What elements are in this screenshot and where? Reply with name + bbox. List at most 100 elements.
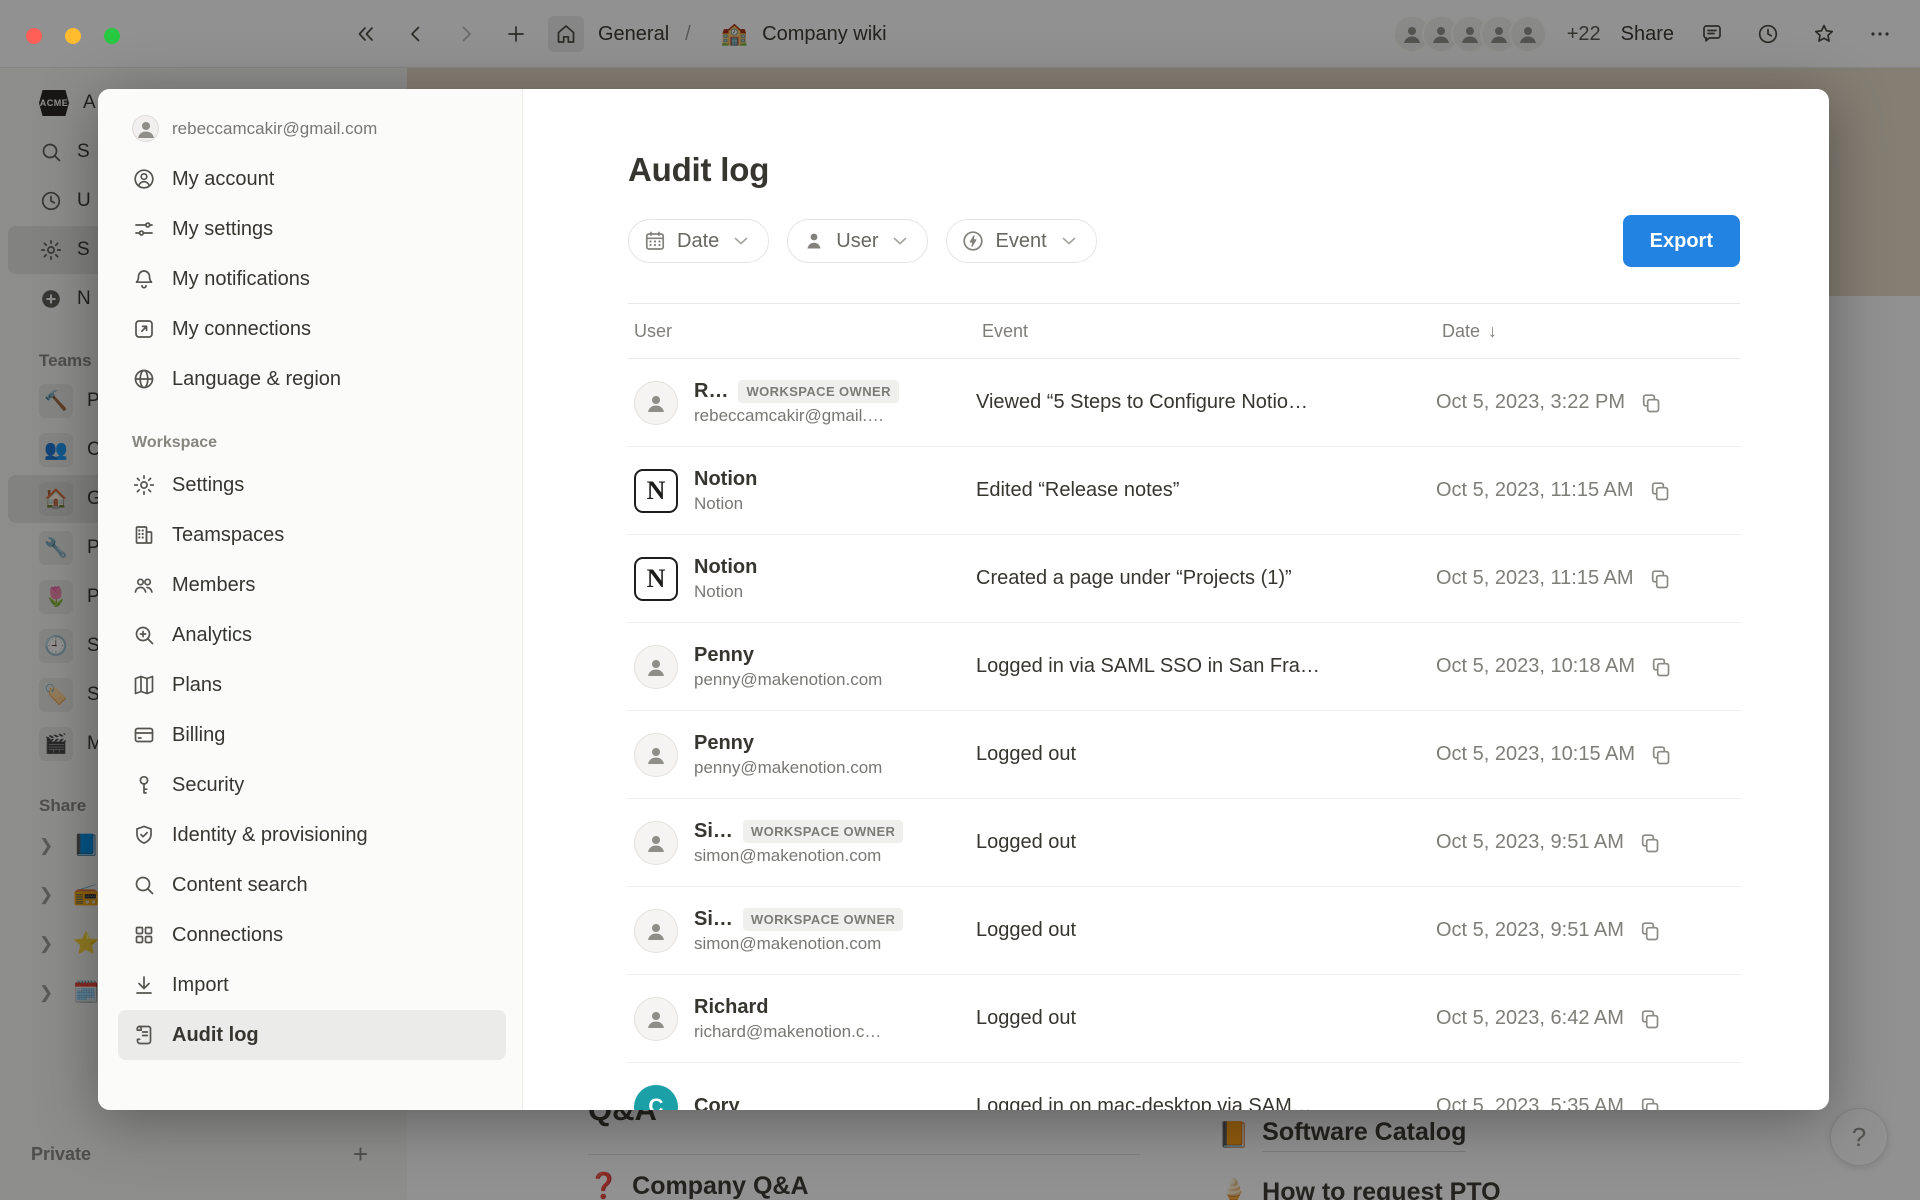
settings-nav-my-notifications[interactable]: My notifications [118, 254, 506, 304]
event-cell: Logged out [976, 919, 1436, 942]
user-email: penny@makenotion.com [694, 670, 882, 690]
bolt-icon [961, 229, 985, 253]
settings-nav-content-search[interactable]: Content search [118, 860, 506, 910]
audit-table: User Event Date↓ R… WORKSPACE OWNER rebecc… [628, 303, 1740, 1110]
copy-icon[interactable] [1638, 919, 1662, 943]
settings-sidebar: rebeccamcakir@gmail.com My accountMy set… [98, 89, 523, 1110]
settings-nav-plans[interactable]: Plans [118, 660, 506, 710]
settings-nav-my-account[interactable]: My account [118, 154, 506, 204]
copy-icon[interactable] [1638, 1095, 1662, 1111]
filter-pill-event[interactable]: Event [946, 219, 1096, 263]
copy-icon[interactable] [1639, 391, 1663, 415]
user-name: Richard [694, 996, 768, 1019]
event-date: Oct 5, 2023, 10:15 AM [1436, 743, 1635, 766]
settings-nav-analytics[interactable]: Analytics [118, 610, 506, 660]
import-icon [132, 973, 157, 998]
notion-logo-avatar: N [634, 469, 678, 513]
map-icon [132, 673, 157, 698]
settings-nav-audit-log[interactable]: Audit log [118, 1010, 506, 1060]
date-cell: Oct 5, 2023, 5:35 AM [1436, 1095, 1740, 1111]
window-controls [26, 28, 120, 44]
audit-table-row: Richardrichard@makenotion.c…Logged outOc… [628, 975, 1740, 1063]
user-name: Notion [694, 468, 757, 491]
arrow-out-icon [132, 317, 157, 342]
sort-descending-icon: ↓ [1488, 321, 1497, 342]
grid-icon [132, 923, 157, 948]
audit-table-row: Pennypenny@makenotion.comLogged in via S… [628, 623, 1740, 711]
copy-icon[interactable] [1648, 567, 1672, 591]
magnifier-plus-icon [132, 623, 157, 648]
event-date: Oct 5, 2023, 5:35 AM [1436, 1095, 1624, 1110]
filter-bar: Date User Event Export [628, 215, 1740, 267]
chevron-down-icon [729, 229, 753, 253]
user-name: Penny [694, 644, 754, 667]
workspace-owner-badge: WORKSPACE OWNER [743, 820, 903, 843]
user-email: penny@makenotion.com [694, 758, 882, 778]
scroll-icon [132, 1023, 157, 1048]
event-cell: Logged out [976, 743, 1436, 766]
filter-pill-user[interactable]: User [787, 219, 928, 263]
user-name: R… [694, 380, 728, 403]
person-circle-icon [132, 167, 157, 192]
user-cell: Si…WORKSPACE OWNERsimon@makenotion.com [628, 820, 976, 866]
globe-icon [132, 367, 157, 392]
settings-nav-my-settings[interactable]: My settings [118, 204, 506, 254]
audit-log-content: Audit log DateUserEvent Export User Even… [523, 89, 1829, 1110]
shield-check-icon [132, 823, 157, 848]
person-icon [802, 229, 826, 253]
account-email-row: rebeccamcakir@gmail.com [118, 111, 506, 154]
settings-nav-identity-provisioning[interactable]: Identity & provisioning [118, 810, 506, 860]
copy-icon[interactable] [1638, 831, 1662, 855]
settings-nav-teamspaces[interactable]: Teamspaces [118, 510, 506, 560]
copy-icon[interactable] [1648, 479, 1672, 503]
event-date: Oct 5, 2023, 9:51 AM [1436, 919, 1624, 942]
table-header: User Event Date↓ [628, 303, 1740, 359]
building-icon [132, 523, 157, 548]
zoom-window-button[interactable] [104, 28, 120, 44]
settings-nav-settings[interactable]: Settings [118, 460, 506, 510]
settings-nav-import[interactable]: Import [118, 960, 506, 1010]
chevron-down-icon [888, 229, 912, 253]
settings-nav-connections[interactable]: Connections [118, 910, 506, 960]
minimize-window-button[interactable] [65, 28, 81, 44]
audit-table-row: R… WORKSPACE OWNER rebeccamcakir@gmail.… Vi… [628, 359, 1740, 447]
card-icon [132, 723, 157, 748]
magnifier-icon [132, 873, 157, 898]
copy-icon[interactable] [1649, 743, 1673, 767]
copy-icon[interactable] [1638, 1007, 1662, 1031]
user-name: Notion [694, 556, 757, 579]
settings-nav-security[interactable]: Security [118, 760, 506, 810]
copy-icon[interactable] [1649, 655, 1673, 679]
workspace-owner-badge: WORKSPACE OWNER [738, 380, 898, 403]
column-header-date[interactable]: Date↓ [1436, 321, 1740, 342]
date-cell: Oct 5, 2023, 3:22 PM [1436, 391, 1740, 415]
user-cell: NNotionNotion [628, 556, 976, 602]
user-email: Notion [694, 494, 757, 514]
settings-nav-billing[interactable]: Billing [118, 710, 506, 760]
calendar-icon [643, 229, 667, 253]
settings-nav-my-connections[interactable]: My connections [118, 304, 506, 354]
bell-icon [132, 267, 157, 292]
workspace-section-label: Workspace [118, 434, 506, 452]
user-avatar [634, 733, 678, 777]
user-email: rebeccamcakir@gmail.… [694, 406, 899, 426]
user-avatar [634, 909, 678, 953]
export-button[interactable]: Export [1623, 215, 1740, 267]
user-cell: CCory [628, 1085, 976, 1111]
close-window-button[interactable] [26, 28, 42, 44]
settings-nav-members[interactable]: Members [118, 560, 506, 610]
audit-table-row: Pennypenny@makenotion.comLogged outOct 5… [628, 711, 1740, 799]
date-cell: Oct 5, 2023, 11:15 AM [1436, 479, 1740, 503]
settings-nav-language-region[interactable]: Language & region [118, 354, 506, 404]
event-date: Oct 5, 2023, 11:15 AM [1436, 567, 1634, 590]
event-cell: Viewed “5 Steps to Configure Notio… [976, 391, 1436, 414]
audit-table-row: NNotionNotionEdited “Release notes”Oct 5… [628, 447, 1740, 535]
audit-table-row: Si…WORKSPACE OWNERsimon@makenotion.comLo… [628, 799, 1740, 887]
user-name: Si… [694, 908, 733, 931]
user-avatar [634, 381, 678, 425]
user-cell: R… WORKSPACE OWNER rebeccamcakir@gmail.… [628, 380, 976, 426]
user-cell: Penny penny@makenotion.com [628, 644, 976, 690]
filter-pill-date[interactable]: Date [628, 219, 769, 263]
date-cell: Oct 5, 2023, 11:15 AM [1436, 567, 1740, 591]
user-cell: Si…WORKSPACE OWNERsimon@makenotion.com [628, 908, 976, 954]
